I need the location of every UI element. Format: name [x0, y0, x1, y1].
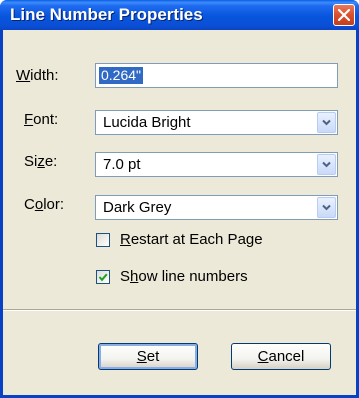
width-field[interactable]: 0.264" [95, 63, 338, 88]
font-label-text: ont: [33, 111, 59, 128]
set-button[interactable]: Set [98, 343, 198, 370]
width-label-access-key: W [16, 67, 31, 84]
width-label-text: idth: [30, 67, 59, 84]
size-select[interactable]: 7.0 pt [95, 152, 338, 177]
color-label-text: lor: [43, 196, 65, 213]
close-button[interactable] [333, 4, 355, 26]
color-value: Dark Grey [103, 199, 172, 216]
separator-highlight [3, 310, 356, 311]
size-label-access-key: z [37, 153, 45, 170]
checkmark-icon [98, 273, 108, 282]
set-label-text: et [146, 348, 160, 365]
size-label-text: e: [44, 153, 58, 170]
size-label-prefix: Si [24, 153, 38, 170]
font-value: Lucida Bright [103, 114, 191, 131]
size-dropdown-button[interactable] [317, 154, 336, 175]
cancel-label-access-key: C [257, 348, 269, 365]
color-select[interactable]: Dark Grey [95, 195, 338, 220]
show-line-numbers-checkbox[interactable] [96, 270, 110, 284]
show-label-text: ow line numbers [138, 268, 248, 285]
title-bar[interactable]: Line Number Properties [0, 0, 359, 30]
width-value: 0.264" [99, 67, 144, 84]
set-label-access-key: S [136, 348, 147, 365]
font-select[interactable]: Lucida Bright [95, 110, 338, 135]
chevron-down-icon [322, 204, 331, 211]
color-dropdown-button[interactable] [317, 197, 336, 218]
size-value: 7.0 pt [103, 156, 141, 173]
dialog-window: Line Number Properties Width: 0.264" Fon… [0, 0, 359, 398]
font-dropdown-button[interactable] [317, 112, 336, 133]
font-label: Font: [24, 111, 58, 128]
show-line-numbers-label[interactable]: Show line numbers [120, 268, 248, 285]
restart-label-access-key: R [120, 231, 131, 248]
restart-label-text: estart at Each Page [130, 231, 263, 248]
close-icon [338, 9, 350, 21]
color-label: Color: [24, 196, 64, 213]
cancel-label-text: ancel [268, 348, 305, 365]
font-label-access-key: F [24, 111, 34, 128]
size-label: Size: [24, 153, 57, 170]
color-label-prefix: C [24, 196, 35, 213]
show-label-prefix: S [120, 268, 131, 285]
color-label-access-key: o [34, 196, 44, 213]
width-label: Width: [16, 67, 59, 84]
restart-checkbox[interactable] [96, 233, 110, 247]
cancel-button[interactable]: Cancel [231, 343, 331, 370]
dialog-title: Line Number Properties [10, 5, 203, 24]
restart-checkbox-label[interactable]: Restart at Each Page [120, 231, 263, 248]
chevron-down-icon [322, 119, 331, 126]
chevron-down-icon [322, 161, 331, 168]
